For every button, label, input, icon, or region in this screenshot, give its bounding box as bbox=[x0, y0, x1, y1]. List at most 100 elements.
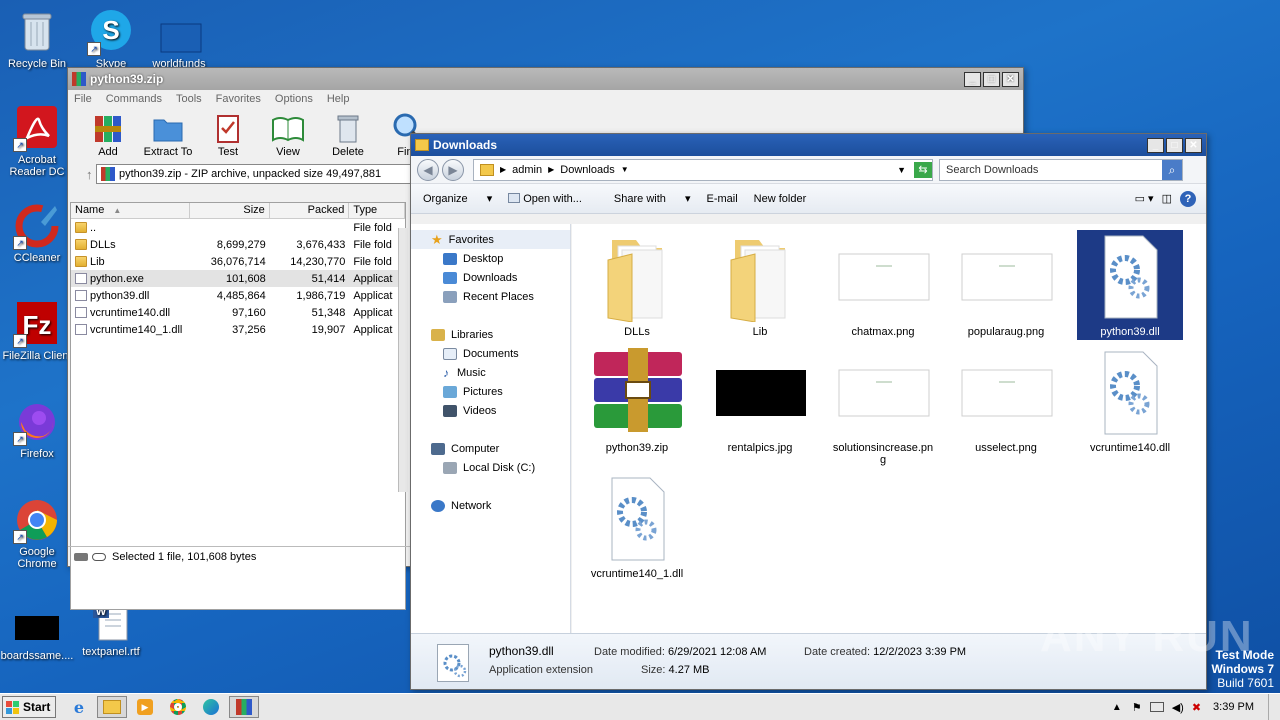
nav-documents[interactable]: Documents bbox=[411, 344, 570, 363]
nav-computer[interactable]: Computer bbox=[411, 439, 570, 458]
file-item[interactable]: python39.zip bbox=[584, 346, 690, 454]
test-button[interactable]: Test bbox=[198, 108, 258, 162]
maximize-button[interactable]: □ bbox=[983, 71, 1000, 87]
help-icon[interactable]: ? bbox=[1180, 190, 1196, 207]
nav-local-disk[interactable]: Local Disk (C:) bbox=[411, 458, 570, 477]
table-row[interactable]: python.exe 101,608 51,414 Applicat bbox=[71, 270, 405, 287]
table-row[interactable]: vcruntime140.dll 97,160 51,348 Applicat bbox=[71, 304, 405, 321]
back-button[interactable]: ◀ bbox=[417, 158, 439, 181]
menu-commands[interactable]: Commands bbox=[106, 93, 162, 105]
file-list-scrollbar[interactable] bbox=[398, 228, 408, 492]
nav-desktop[interactable]: Desktop bbox=[411, 249, 570, 268]
taskbar-ie[interactable]: e bbox=[64, 696, 94, 718]
new-folder-button[interactable]: New folder bbox=[754, 193, 807, 205]
desktop-icon-ccleaner[interactable]: ↗ CCleaner bbox=[0, 202, 74, 264]
winrar-titlebar[interactable]: python39.zip _ □ ✕ bbox=[68, 68, 1023, 90]
file-item[interactable]: rentalpics.jpg bbox=[707, 346, 813, 454]
desktop-icon-boardssame[interactable]: boardssame.... bbox=[0, 600, 74, 662]
taskbar-explorer[interactable] bbox=[97, 696, 127, 718]
column-type[interactable]: Type bbox=[349, 203, 405, 218]
desktop-icon-filezilla[interactable]: Fz ↗ FileZilla Client bbox=[0, 300, 74, 362]
forward-button[interactable]: ▶ bbox=[442, 158, 464, 181]
taskbar-edge[interactable] bbox=[196, 696, 226, 718]
nav-music[interactable]: ♪ Music bbox=[411, 363, 570, 382]
desktop-icon-acrobat[interactable]: ↗ Acrobat Reader DC bbox=[0, 104, 74, 178]
preview-pane-icon[interactable]: ◫ bbox=[1162, 192, 1172, 205]
volume-icon[interactable]: ◀) bbox=[1172, 701, 1184, 714]
desktop-icon-recycle-bin[interactable]: Recycle Bin bbox=[0, 8, 74, 70]
breadcrumb-admin[interactable]: admin bbox=[512, 164, 542, 176]
desktop-icon-chrome[interactable]: ↗ Google Chrome bbox=[0, 496, 74, 570]
organize-button[interactable]: Organize ▾ bbox=[423, 192, 492, 205]
extract-to-button[interactable]: Extract To bbox=[138, 108, 198, 162]
nav-pictures[interactable]: Pictures bbox=[411, 382, 570, 401]
show-hidden-icons-icon[interactable]: ▲ bbox=[1112, 702, 1122, 713]
delete-button[interactable]: Delete bbox=[318, 108, 378, 162]
desktop-icon-skype[interactable]: S ↗ Skype bbox=[74, 8, 148, 70]
desktop-icon-worldfunds[interactable]: worldfunds bbox=[142, 8, 216, 70]
file-list-header: Name ▲ Size Packed Type bbox=[71, 203, 405, 219]
nav-videos[interactable]: Videos bbox=[411, 401, 570, 420]
share-with-button[interactable]: Share with ▾ bbox=[614, 192, 691, 205]
search-field[interactable]: Search Downloads ⌕ bbox=[939, 158, 1183, 181]
menu-options[interactable]: Options bbox=[275, 93, 313, 105]
file-item[interactable]: chatmax.png bbox=[830, 230, 936, 338]
table-row[interactable]: .. File fold bbox=[71, 219, 405, 236]
recycle-bin-icon bbox=[13, 8, 61, 56]
taskbar-media-player[interactable]: ▶ bbox=[130, 696, 160, 718]
nav-downloads[interactable]: Downloads bbox=[411, 268, 570, 287]
nav-network[interactable]: Network bbox=[411, 496, 570, 515]
file-item[interactable]: usselect.png bbox=[953, 346, 1059, 454]
breadcrumb-dropdown-icon[interactable]: ▼ bbox=[621, 165, 629, 174]
column-packed[interactable]: Packed bbox=[270, 203, 350, 218]
nav-libraries[interactable]: Libraries bbox=[411, 325, 570, 344]
menu-tools[interactable]: Tools bbox=[176, 93, 202, 105]
minimize-button[interactable]: _ bbox=[1147, 137, 1164, 153]
file-item[interactable]: vcruntime140_1.dll bbox=[584, 472, 690, 580]
table-row[interactable]: DLLs 8,699,279 3,676,433 File fold bbox=[71, 236, 405, 253]
start-button[interactable]: Start bbox=[2, 696, 56, 718]
file-item[interactable]: solutionsincrease.png bbox=[830, 346, 936, 466]
address-history-icon[interactable]: ▼ bbox=[897, 165, 906, 175]
desktop-icon-label: FileZilla Client bbox=[2, 350, 72, 362]
taskbar-chrome[interactable] bbox=[163, 696, 193, 718]
desktop-icon-firefox[interactable]: ↗ Firefox bbox=[0, 398, 74, 460]
file-item[interactable]: DLLs bbox=[584, 230, 690, 338]
menu-file[interactable]: File bbox=[74, 93, 92, 105]
pictures-icon bbox=[443, 385, 457, 398]
flag-icon[interactable]: ⚑ bbox=[1132, 701, 1142, 714]
taskbar-winrar[interactable] bbox=[229, 696, 259, 718]
add-button[interactable]: Add bbox=[78, 108, 138, 162]
minimize-button[interactable]: _ bbox=[964, 71, 981, 87]
change-view-icon[interactable]: ▭ ▾ bbox=[1135, 192, 1154, 205]
column-size[interactable]: Size bbox=[190, 203, 270, 218]
open-with-button[interactable]: Open with... bbox=[508, 192, 598, 205]
table-row[interactable]: vcruntime140_1.dll 37,256 19,907 Applicat bbox=[71, 321, 405, 338]
refresh-icon[interactable]: ⇆ bbox=[914, 161, 932, 178]
close-button[interactable]: ✕ bbox=[1185, 137, 1202, 153]
file-item[interactable]: vcruntime140.dll bbox=[1077, 346, 1183, 454]
file-item[interactable]: Lib bbox=[707, 230, 813, 338]
file-item[interactable]: popularaug.png bbox=[953, 230, 1059, 338]
column-name[interactable]: Name ▲ bbox=[71, 203, 191, 218]
nav-favorites[interactable]: ★ Favorites bbox=[411, 230, 570, 249]
security-tray-icon[interactable]: ✖ bbox=[1192, 701, 1201, 714]
table-row[interactable]: python39.dll 4,485,864 1,986,719 Applicat bbox=[71, 287, 405, 304]
menu-favorites[interactable]: Favorites bbox=[216, 93, 261, 105]
breadcrumb-downloads[interactable]: Downloads bbox=[560, 164, 614, 176]
address-bar[interactable]: ▶ admin ▶ Downloads ▼ ▼ ⇆ bbox=[473, 158, 933, 181]
close-button[interactable]: ✕ bbox=[1002, 71, 1019, 87]
search-icon[interactable]: ⌕ bbox=[1162, 159, 1182, 180]
network-tray-icon[interactable] bbox=[1149, 702, 1164, 712]
view-button[interactable]: View bbox=[258, 108, 318, 162]
show-desktop-button[interactable] bbox=[1268, 694, 1280, 720]
up-arrow-icon[interactable]: ↑ bbox=[86, 167, 93, 182]
file-item[interactable]: python39.dll bbox=[1077, 230, 1183, 340]
clock[interactable]: 3:39 PM bbox=[1213, 701, 1254, 713]
menu-help[interactable]: Help bbox=[327, 93, 350, 105]
email-button[interactable]: E-mail bbox=[706, 193, 737, 205]
nav-recent-places[interactable]: Recent Places bbox=[411, 287, 570, 306]
explorer-titlebar[interactable]: Downloads _ □ ✕ bbox=[411, 134, 1206, 156]
maximize-button[interactable]: □ bbox=[1166, 137, 1183, 153]
table-row[interactable]: Lib 36,076,714 14,230,770 File fold bbox=[71, 253, 405, 270]
